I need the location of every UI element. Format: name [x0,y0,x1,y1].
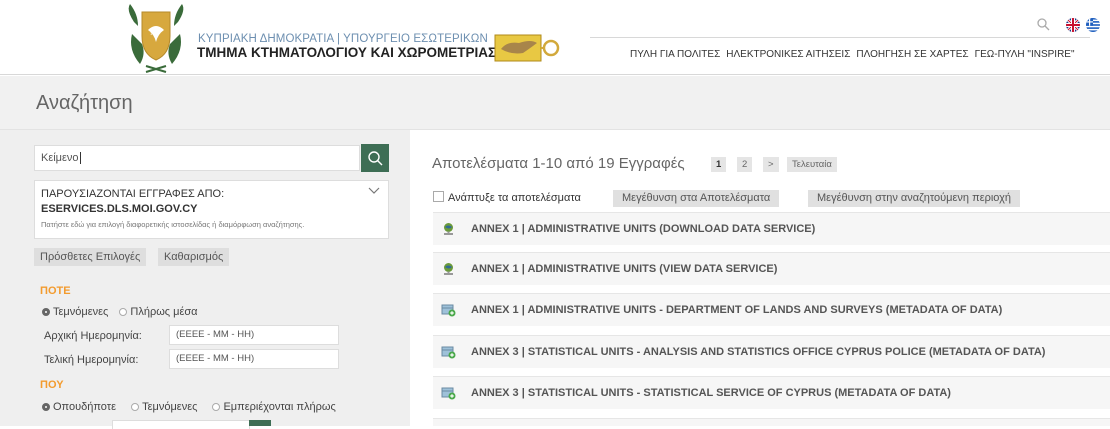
when-within-radio[interactable] [119,308,128,316]
cyprus-map-icon [494,34,560,62]
search-button[interactable] [361,144,389,172]
where-within-radio[interactable] [212,403,221,411]
clear-button[interactable]: Καθαρισμός [158,248,230,266]
result-row[interactable]: ANNEX 1 | ADMINISTRATIVE UNITS - DEPARTM… [433,293,1110,326]
end-date-input[interactable]: (ΕΕΕΕ - ΜΜ - ΗΗ) [169,349,339,369]
nav-map-navigation[interactable]: ΠΛΟΗΓΗΣΗ ΣΕ ΧΑΡΤΕΣ [856,49,968,60]
results-summary: Αποτελέσματα 1-10 από 19 Εγγραφές [432,155,685,172]
when-heading: ΠΟΤΕ [40,285,71,297]
site-header: 1960 ΚΥΠΡΙΑΚΗ ΔΗΜΟΚΡΑΤΙΑ | ΥΠΟΥΡΓΕΙΟ ΕΣΩ… [0,0,1110,75]
dataset-icon [441,387,456,400]
ministry-name: ΚΥΠΡΙΑΚΗ ΔΗΜΟΚΡΑΤΙΑ | ΥΠΟΥΡΓΕΙΟ ΕΣΩΤΕΡΙΚ… [198,33,488,45]
end-date-label: Τελική Ημερομηνία: [44,354,139,366]
zoom-results-button[interactable]: Μεγέθυνση στα Αποτελέσματα [613,190,780,207]
header-divider [590,37,1090,38]
service-icon [444,263,453,275]
result-row [433,418,1110,426]
nav-e-applications[interactable]: ΗΛΕΚΤΡΟΝΙΚΕΣ ΑΙΤΗΣΕΙΣ [726,49,850,60]
more-options-button[interactable]: Πρόσθετες Επιλογές [34,248,147,266]
page-1-button[interactable]: 1 [711,157,727,172]
result-row[interactable]: ANNEX 1 | ADMINISTRATIVE UNITS (VIEW DAT… [433,252,1110,285]
zoom-area-button[interactable]: Μεγέθυνση στην αναζητούμενη περιοχή [808,190,1021,207]
expand-results-toggle[interactable]: Ανάπτυξε τα αποτελέσματα [433,191,581,204]
where-within-label: Εμπεριέχονται πλήρως [223,401,336,413]
when-intersecting-radio[interactable] [42,308,50,316]
dataset-icon [441,304,456,317]
result-title[interactable]: ANNEX 3 | STATISTICAL UNITS - ANALYSIS A… [471,346,1045,358]
result-title[interactable]: ANNEX 1 | ADMINISTRATIVE UNITS - DEPARTM… [471,304,1002,316]
start-date-input[interactable]: (ΕΕΕΕ - ΜΜ - ΗΗ) [169,325,339,345]
english-flag-icon[interactable] [1066,18,1080,32]
where-anywhere-radio[interactable] [42,403,50,411]
result-row[interactable]: ANNEX 3 | STATISTICAL UNITS - ANALYSIS A… [433,335,1110,368]
result-row[interactable]: ANNEX 3 | STATISTICAL UNITS - STATISTICA… [433,376,1110,409]
location-button[interactable] [249,420,271,426]
title-bar: Αναζήτηση [0,76,1110,130]
nav-citizens-portal[interactable]: ΠΥΛΗ ΓΙΑ ΠΟΛΙΤΕΣ [630,49,720,60]
when-options: Τεμνόμενες Πλήρως μέσα [42,306,198,318]
where-heading: ΠΟΥ [40,379,64,391]
where-intersecting-label: Τεμνόμενες [142,401,198,413]
department-name: ΤΜΗΜΑ ΚΤΗΜΑΤΟΛΟΓΙΟΥ ΚΑΙ ΧΩΡΟΜΕΤΡΙΑΣ [197,45,497,60]
nav-inspire-geoportal[interactable]: ΓΕΩ-ΠΥΛΗ "INSPIRE" [975,49,1075,60]
filter-panel: Κείμενο ΠΑΡΟΥΣΙΑΖΟΝΤΑΙ ΕΓΓΡΑΦΕΣ ΑΠΟ: ESE… [0,130,410,429]
search-input-label: Κείμενο [41,152,79,164]
service-icon [444,223,453,235]
when-within-label: Πλήρως μέσα [130,306,198,318]
dataset-icon [441,346,456,359]
cyprus-emblem-logo[interactable]: 1960 [124,4,188,74]
source-selector[interactable]: ΠΑΡΟΥΣΙΑΖΟΝΤΑΙ ΕΓΓΡΑΦΕΣ ΑΠΟ: ESERVICES.D… [34,180,389,239]
page-title: Αναζήτηση [36,92,133,114]
location-input[interactable] [112,420,250,429]
search-input[interactable]: Κείμενο [34,145,360,171]
svg-text:1960: 1960 [150,31,160,36]
result-row[interactable]: ANNEX 1 | ADMINISTRATIVE UNITS (DOWNLOAD… [433,212,1110,245]
result-title[interactable]: ANNEX 1 | ADMINISTRATIVE UNITS (DOWNLOAD… [471,223,815,235]
source-value: ESERVICES.DLS.MOI.GOV.CY [41,203,198,215]
greek-flag-icon[interactable] [1086,18,1100,32]
result-title[interactable]: ANNEX 3 | STATISTICAL UNITS - STATISTICA… [471,387,951,399]
source-hint: Πατήστε εδώ για επιλογή διαφορετικής ιστ… [41,220,305,229]
expand-results-label: Ανάπτυξε τα αποτελέσματα [448,192,581,204]
page-2-button[interactable]: 2 [737,157,753,172]
search-icon[interactable] [1036,17,1050,31]
start-date-label: Αρχική Ημερομηνία: [44,330,142,342]
next-page-button[interactable]: > [763,157,779,172]
top-navigation: ΠΥΛΗ ΓΙΑ ΠΟΛΙΤΕΣ ΗΛΕΚΤΡΟΝΙΚΕΣ ΑΙΤΗΣΕΙΣ ΠΛΟ… [630,49,1081,60]
result-title[interactable]: ANNEX 1 | ADMINISTRATIVE UNITS (VIEW DAT… [471,263,777,275]
when-intersecting-label: Τεμνόμενες [53,306,109,318]
where-intersecting-radio[interactable] [131,403,140,411]
last-page-button[interactable]: Τελευταία [787,157,837,172]
chevron-down-icon[interactable] [368,187,380,195]
expand-results-checkbox[interactable] [433,191,444,202]
source-heading: ΠΑΡΟΥΣΙΑΖΟΝΤΑΙ ΕΓΓΡΑΦΕΣ ΑΠΟ: [41,188,225,200]
where-options: Οπουδήποτε Τεμνόμενες Εμπεριέχονται πλήρ… [42,401,336,413]
where-anywhere-label: Οπουδήποτε [53,401,117,413]
